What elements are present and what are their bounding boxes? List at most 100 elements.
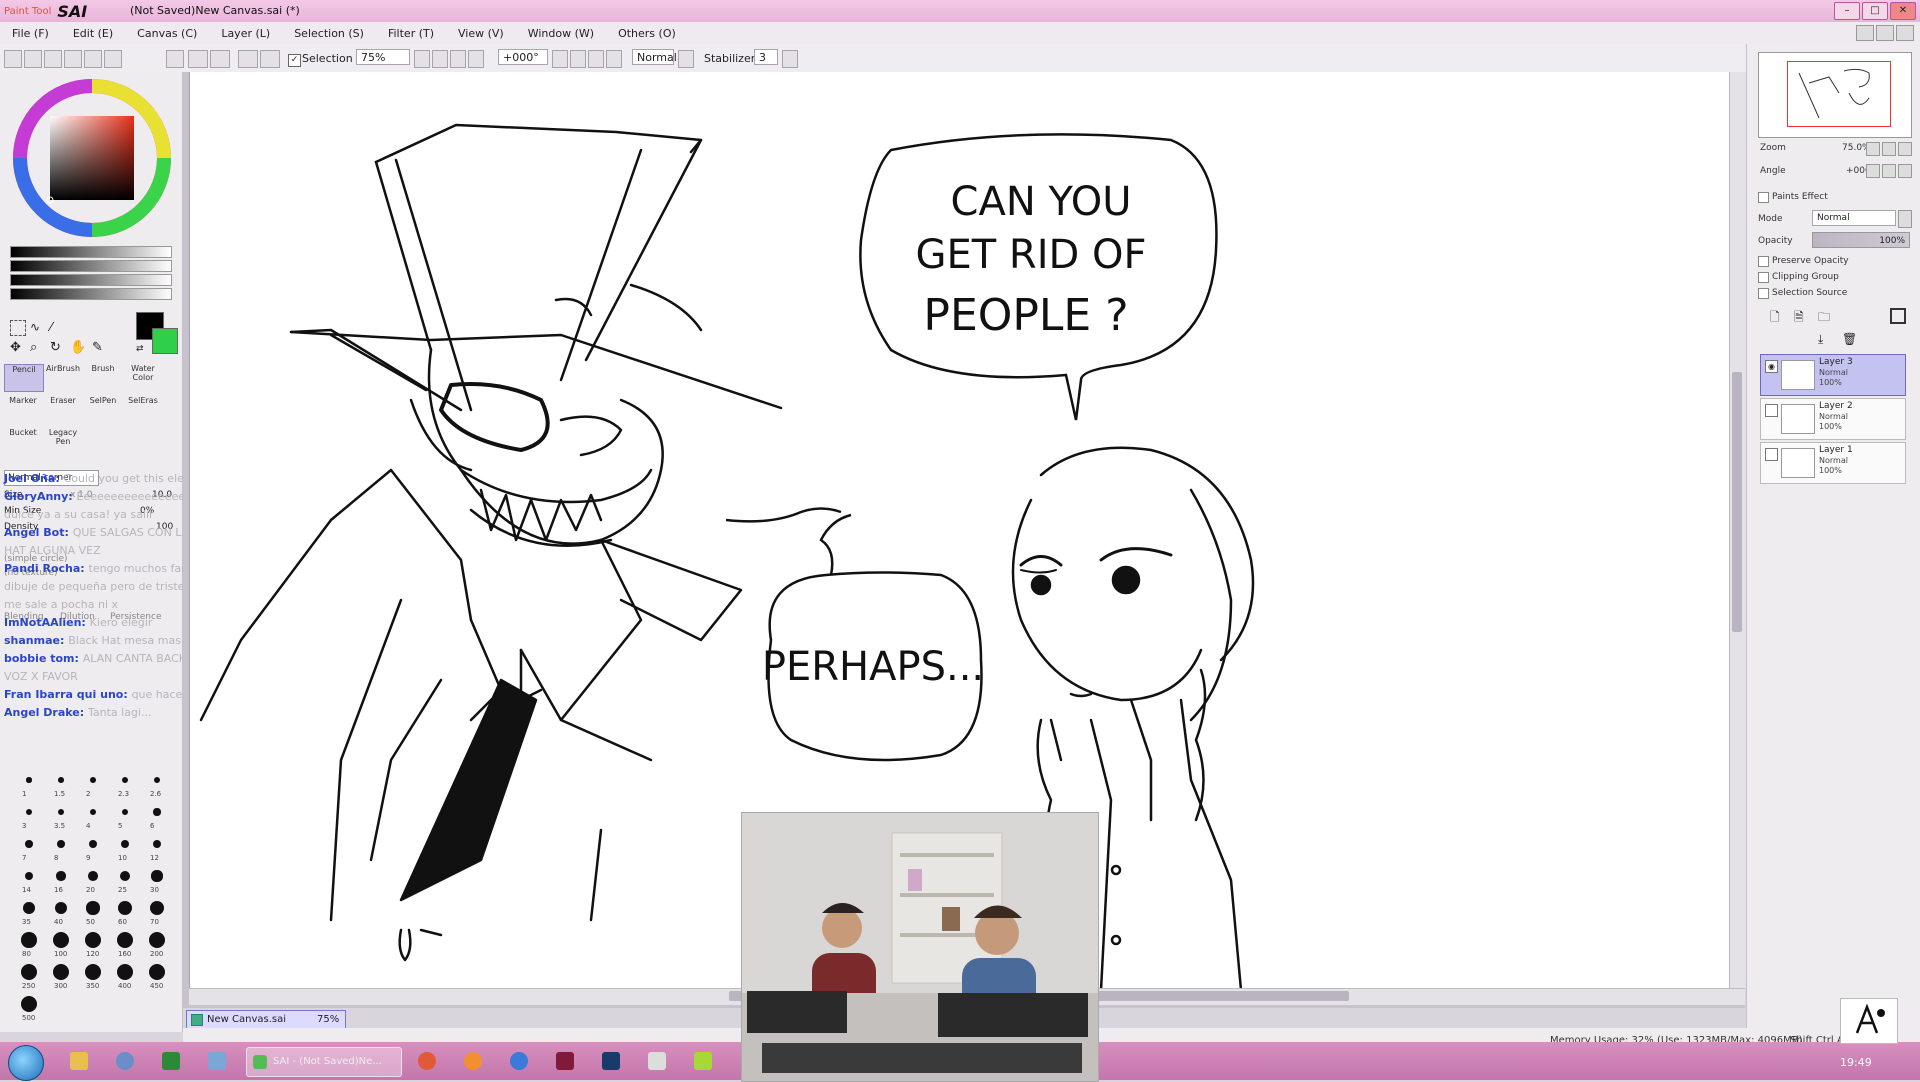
- brush-size-preset[interactable]: [152, 839, 162, 849]
- layer-mode-select[interactable]: Normal: [1812, 210, 1896, 226]
- firefox-icon[interactable]: [464, 1052, 482, 1070]
- new-folder-icon[interactable]: 🗀: [1818, 308, 1832, 324]
- brush-size-preset[interactable]: [89, 840, 97, 848]
- opacity-slider[interactable]: 100%: [1812, 232, 1910, 248]
- calculator-icon[interactable]: [208, 1052, 226, 1070]
- indesign-icon[interactable]: [556, 1052, 574, 1070]
- minimize-button[interactable]: –: [1834, 2, 1860, 20]
- brush-size-preset[interactable]: [56, 871, 66, 881]
- paper-effect-checkbox[interactable]: [1758, 192, 1769, 203]
- color-wheel-toggle-icon[interactable]: [4, 50, 22, 68]
- brush-size-preset[interactable]: [53, 932, 69, 948]
- nav-rotate-right-icon[interactable]: [1882, 164, 1896, 178]
- vertical-scrollbar[interactable]: [1729, 72, 1746, 988]
- nav-rotate-reset-icon[interactable]: [1898, 164, 1912, 178]
- tool-airbrush[interactable]: AirBrush: [44, 364, 82, 390]
- new-layer-icon[interactable]: 🗋: [1770, 308, 1784, 324]
- menu-view[interactable]: View (V): [446, 27, 516, 40]
- brush-size-preset[interactable]: [88, 871, 98, 881]
- layer-mode-dropdown-icon[interactable]: [1898, 210, 1912, 228]
- rotate-reset-icon[interactable]: [588, 50, 604, 68]
- layer-item-1[interactable]: Layer 1 Normal 100%: [1760, 442, 1906, 484]
- zoom-fit-icon[interactable]: [450, 50, 466, 68]
- eye-icon[interactable]: ◉: [1765, 360, 1778, 373]
- menu-canvas[interactable]: Canvas (C): [125, 27, 209, 40]
- rotate-tool-icon[interactable]: ↻: [50, 340, 64, 355]
- zoom-tool-icon[interactable]: ⌕: [30, 340, 44, 355]
- app-icon[interactable]: [162, 1052, 180, 1070]
- eyedropper-icon[interactable]: ✎: [92, 340, 106, 355]
- brush-size-preset[interactable]: [85, 932, 101, 948]
- brush-size-preset[interactable]: [25, 840, 33, 848]
- selection-source-checkbox[interactable]: [1758, 288, 1769, 299]
- nav-zoom-out-icon[interactable]: [1866, 142, 1880, 156]
- merge-down-icon[interactable]: ⤓: [1818, 332, 1832, 346]
- redo-icon[interactable]: [210, 50, 230, 68]
- tool-pencil[interactable]: Pencil: [4, 364, 44, 392]
- hsv-slider-toggle-icon[interactable]: [24, 50, 42, 68]
- rotate-right-icon[interactable]: [570, 50, 586, 68]
- nav-zoom-reset-icon[interactable]: [1898, 142, 1912, 156]
- move-icon[interactable]: ✥: [10, 340, 24, 355]
- navigator-toggle-icon[interactable]: [104, 50, 122, 68]
- saturation-slider[interactable]: [10, 260, 172, 272]
- menu-window[interactable]: Window (W): [516, 27, 606, 40]
- nav-zoom-in-icon[interactable]: [1882, 142, 1896, 156]
- brush-size-preset[interactable]: [21, 932, 37, 948]
- angle-field[interactable]: +000°: [498, 49, 548, 65]
- tool-bucket[interactable]: Bucket: [4, 428, 42, 454]
- mdi-restore-button[interactable]: [1876, 25, 1894, 41]
- brush-size-preset[interactable]: [90, 777, 96, 783]
- hand-tool-icon[interactable]: ✋: [70, 340, 86, 355]
- tool-selpen[interactable]: SelPen: [84, 396, 122, 422]
- eye-icon[interactable]: [1765, 404, 1778, 417]
- blend-mode-dropdown-icon[interactable]: [678, 50, 694, 68]
- start-button[interactable]: [8, 1045, 44, 1081]
- tool-marker[interactable]: Marker: [4, 396, 42, 422]
- color-wheel[interactable]: [10, 76, 174, 240]
- swatches-toggle-icon[interactable]: [64, 50, 82, 68]
- zoom-out-icon[interactable]: [414, 50, 430, 68]
- document-tab[interactable]: New Canvas.sai 75%: [186, 1010, 346, 1030]
- brush-size-preset[interactable]: [21, 996, 37, 1012]
- rotate-left-icon[interactable]: [552, 50, 568, 68]
- value-slider[interactable]: [10, 274, 172, 286]
- nav-rotate-left-icon[interactable]: [1866, 164, 1880, 178]
- new-linework-layer-icon[interactable]: 🗎: [1794, 308, 1808, 324]
- tool-eraser[interactable]: Eraser: [44, 396, 82, 422]
- tool-legacy-pen[interactable]: Legacy Pen: [44, 428, 82, 454]
- delete-layer-icon[interactable]: 🗑: [1842, 332, 1857, 346]
- brush-size-preset[interactable]: [26, 777, 32, 783]
- layer-mask-icon[interactable]: [1890, 308, 1906, 324]
- menu-layer[interactable]: Layer (L): [209, 27, 282, 40]
- brush-size-preset[interactable]: [86, 901, 100, 915]
- menu-edit[interactable]: Edit (E): [61, 27, 125, 40]
- tool-seleras[interactable]: SelEras: [124, 396, 162, 422]
- photoshop-icon[interactable]: [602, 1052, 620, 1070]
- brush-size-preset[interactable]: [85, 964, 101, 980]
- clipping-group-checkbox[interactable]: [1758, 272, 1769, 283]
- scratchpad-toggle-icon[interactable]: [84, 50, 102, 68]
- explorer-icon[interactable]: [70, 1052, 88, 1070]
- lasso-icon[interactable]: ∿: [30, 320, 44, 334]
- undo-icon[interactable]: [188, 50, 208, 68]
- notepad-icon[interactable]: [648, 1052, 666, 1070]
- brush-size-preset[interactable]: [53, 964, 69, 980]
- brush-size-preset[interactable]: [57, 808, 65, 816]
- menu-filter[interactable]: Filter (T): [376, 27, 446, 40]
- stabilizer-field[interactable]: 3: [754, 49, 778, 65]
- brush-size-preset[interactable]: [122, 777, 128, 783]
- paint-icon[interactable]: [694, 1052, 712, 1070]
- brush-size-preset[interactable]: [149, 932, 165, 948]
- zoom-reset-icon[interactable]: [468, 50, 484, 68]
- close-button[interactable]: ✕: [1890, 2, 1916, 20]
- vertical-scroll-thumb[interactable]: [1732, 372, 1742, 632]
- brush-size-preset[interactable]: [153, 808, 161, 816]
- taskbar-sai-app[interactable]: SAI - (Not Saved)Ne...: [246, 1047, 402, 1077]
- brush-size-preset[interactable]: [153, 776, 161, 784]
- alpha-slider[interactable]: [10, 288, 172, 300]
- eye-icon[interactable]: [1765, 448, 1778, 461]
- brush-size-preset[interactable]: [21, 964, 37, 980]
- blend-mode-select[interactable]: Normal: [632, 49, 677, 65]
- brush-size-preset[interactable]: [119, 870, 131, 882]
